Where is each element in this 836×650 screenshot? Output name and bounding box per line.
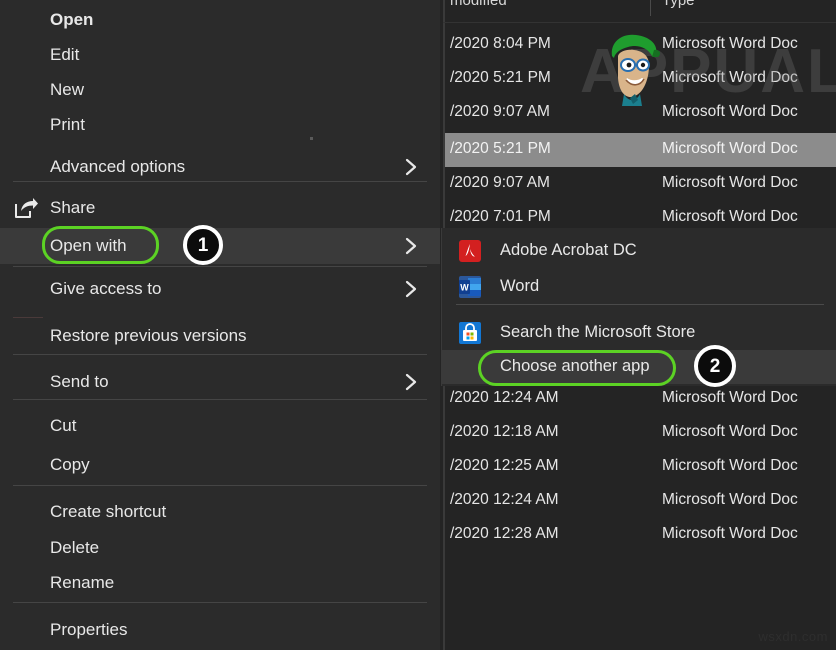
menu-item-label: New — [50, 80, 84, 100]
submenu-item-choose-another-app[interactable]: Choose another app — [442, 350, 836, 384]
menu-item-label: Rename — [50, 573, 114, 593]
file-type: Microsoft Word Doc — [662, 423, 798, 441]
file-date-modified: /2020 12:28 AM — [450, 525, 559, 543]
menu-item-properties[interactable]: Properties — [0, 612, 440, 648]
file-date-modified: /2020 12:25 AM — [450, 457, 559, 475]
file-date-modified: /2020 5:21 PM — [450, 140, 551, 158]
file-list-row[interactable]: /2020 5:21 PM Microsoft Word Doc — [445, 133, 836, 167]
adobe-acrobat-icon — [459, 240, 481, 262]
menu-separator — [13, 485, 427, 486]
file-type: Microsoft Word Doc — [662, 457, 798, 475]
file-list-row[interactable]: /2020 9:07 AM Microsoft Word Doc — [445, 96, 836, 130]
header-underline — [443, 22, 836, 23]
file-list-header: modified Type — [440, 0, 836, 16]
menu-item-label: Properties — [50, 620, 127, 640]
menu-item-label: Print — [50, 115, 85, 135]
submenu-separator — [456, 304, 824, 305]
submenu-item-adobe-acrobat-dc[interactable]: Adobe Acrobat DC — [442, 234, 836, 268]
file-date-modified: /2020 12:18 AM — [450, 423, 559, 441]
submenu-item-label: Choose another app — [500, 357, 650, 376]
column-header-modified[interactable]: modified — [450, 0, 507, 9]
file-type: Microsoft Word Doc — [662, 35, 798, 53]
menu-item-send-to[interactable]: Send to — [0, 364, 440, 400]
menu-item-label: Open — [50, 10, 93, 30]
file-date-modified: /2020 12:24 AM — [450, 389, 559, 407]
chevron-right-icon — [404, 157, 418, 177]
menu-item-label: Advanced options — [50, 157, 185, 177]
chevron-right-icon — [404, 372, 418, 392]
file-date-modified: /2020 12:24 AM — [450, 491, 559, 509]
column-header-type[interactable]: Type — [662, 0, 695, 9]
submenu-item-word[interactable]: W Word — [442, 270, 836, 304]
file-list-row[interactable]: /2020 9:07 AM Microsoft Word Doc — [445, 167, 836, 201]
menu-separator — [13, 354, 427, 355]
step-badge-1: 1 — [183, 225, 223, 265]
menu-item-delete[interactable]: Delete — [0, 530, 440, 566]
menu-item-new[interactable]: New — [0, 72, 440, 108]
menu-item-label: Send to — [50, 372, 109, 392]
file-type: Microsoft Word Doc — [662, 491, 798, 509]
menu-item-label: Restore previous versions — [50, 326, 247, 346]
chevron-right-icon — [404, 236, 418, 256]
file-type: Microsoft Word Doc — [662, 69, 798, 87]
word-icon: W — [459, 276, 481, 298]
menu-item-restore-previous-versions[interactable]: Restore previous versions — [0, 318, 440, 354]
file-type: Microsoft Word Doc — [662, 103, 798, 121]
file-type: Microsoft Word Doc — [662, 174, 798, 192]
menu-item-label: Share — [50, 198, 95, 218]
file-list-row[interactable]: /2020 12:28 AM Microsoft Word Doc — [445, 518, 836, 552]
file-type: Microsoft Word Doc — [662, 389, 798, 407]
submenu-item-label: Word — [500, 277, 539, 296]
file-list-row[interactable]: /2020 12:24 AM Microsoft Word Doc — [445, 484, 836, 518]
step-badge-2: 2 — [694, 345, 736, 387]
wsxdn-watermark: wsxdn.com — [758, 629, 828, 644]
file-date-modified: /2020 7:01 PM — [450, 208, 551, 226]
file-date-modified: /2020 9:07 AM — [450, 103, 550, 121]
menu-item-label: Create shortcut — [50, 502, 166, 522]
menu-item-label: Cut — [50, 416, 76, 436]
menu-item-edit[interactable]: Edit — [0, 37, 440, 73]
menu-item-label: Open with — [50, 236, 127, 256]
submenu-item-label: Search the Microsoft Store — [500, 323, 695, 342]
column-separator[interactable] — [650, 0, 651, 16]
menu-separator — [13, 266, 427, 267]
menu-item-give-access-to[interactable]: Give access to — [0, 271, 440, 307]
file-list-row[interactable]: /2020 12:18 AM Microsoft Word Doc — [445, 416, 836, 450]
menu-item-rename[interactable]: Rename — [0, 565, 440, 601]
menu-item-advanced-options[interactable]: Advanced options — [0, 149, 440, 185]
file-list-row[interactable]: /2020 12:24 AM Microsoft Word Doc — [445, 382, 836, 416]
chevron-right-icon — [404, 279, 418, 299]
file-list-row[interactable]: /2020 8:04 PM Microsoft Word Doc — [445, 28, 836, 62]
menu-item-label: Edit — [50, 45, 79, 65]
share-icon — [14, 198, 36, 218]
menu-item-label: Copy — [50, 455, 90, 475]
file-list-row[interactable]: /2020 5:21 PM Microsoft Word Doc — [445, 62, 836, 96]
menu-separator — [13, 399, 427, 400]
menu-separator — [13, 602, 427, 603]
file-type: Microsoft Word Doc — [662, 525, 798, 543]
submenu-item-label: Adobe Acrobat DC — [500, 241, 637, 260]
open-with-submenu[interactable]: Adobe Acrobat DC W Word Search the Microsof… — [441, 228, 836, 386]
menu-item-create-shortcut[interactable]: Create shortcut — [0, 494, 440, 530]
file-list-row[interactable]: /2020 12:25 AM Microsoft Word Doc — [445, 450, 836, 484]
file-date-modified: /2020 5:21 PM — [450, 69, 551, 87]
menu-item-label: Delete — [50, 538, 99, 558]
file-type: Microsoft Word Doc — [662, 208, 798, 226]
context-menu[interactable]: Open Edit New Print Advanced options Share Ope… — [0, 0, 440, 650]
microsoft-store-icon — [459, 322, 481, 344]
menu-item-print[interactable]: Print — [0, 107, 440, 143]
menu-item-cut[interactable]: Cut — [0, 408, 440, 444]
menu-item-open[interactable]: Open — [0, 2, 440, 38]
menu-item-share[interactable]: Share — [0, 190, 440, 226]
menu-separator — [13, 181, 427, 182]
submenu-item-search-the-microsoft-store[interactable]: Search the Microsoft Store — [442, 316, 836, 350]
file-date-modified: /2020 9:07 AM — [450, 174, 550, 192]
file-date-modified: /2020 8:04 PM — [450, 35, 551, 53]
file-type: Microsoft Word Doc — [662, 140, 798, 158]
menu-item-copy[interactable]: Copy — [0, 447, 440, 483]
svg-text:W: W — [460, 283, 469, 293]
menu-item-label: Give access to — [50, 279, 162, 299]
